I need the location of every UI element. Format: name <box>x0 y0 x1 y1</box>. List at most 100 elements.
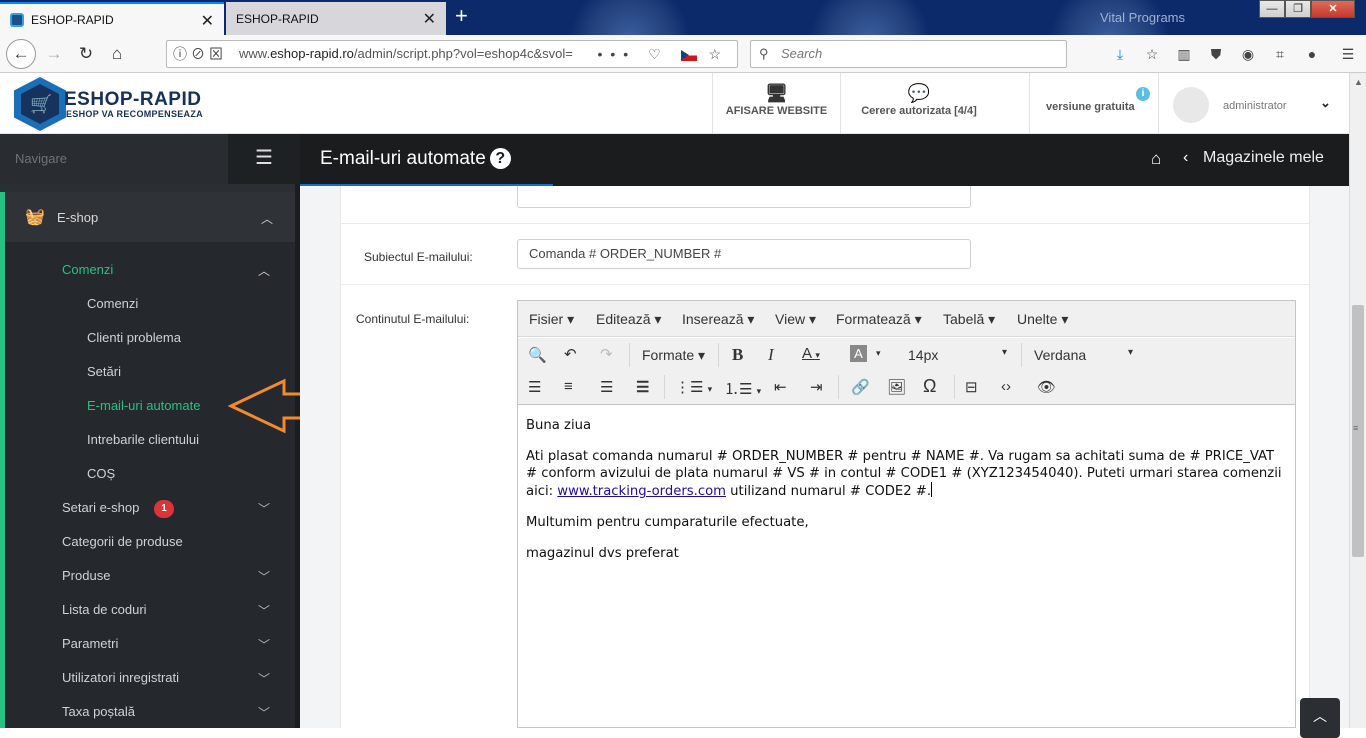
requests-button[interactable]: 💬 Cerere autorizata [4/4] <box>840 73 997 133</box>
chevron-down-icon[interactable]: ﹀ <box>258 670 270 687</box>
sidebar-subitem-setari[interactable]: Setări <box>87 364 121 379</box>
menu-editeaza[interactable]: Editează ▾ <box>596 311 661 328</box>
chevron-down-icon[interactable]: ⌄ <box>1320 95 1331 111</box>
close-tab-icon[interactable]: ✕ <box>423 9 436 29</box>
menu-insereaza[interactable]: Inserează ▾ <box>682 311 754 328</box>
source-code-icon[interactable]: ‹› <box>1001 378 1011 395</box>
ublock-icon[interactable]: ⛊ <box>1200 41 1232 67</box>
sidebar-item-lista-coduri[interactable]: Lista de coduri <box>62 602 147 617</box>
sidebar-item-comenzi-group[interactable]: Comenzi <box>62 262 113 277</box>
chevron-down-icon[interactable]: ﹀ <box>258 602 270 619</box>
menu-formateaza[interactable]: Formatează ▾ <box>836 311 922 328</box>
chevron-down-icon[interactable]: ﹀ <box>258 568 270 585</box>
subject-input[interactable]: Comanda # ORDER_NUMBER # <box>517 239 971 269</box>
special-char-icon[interactable]: Ω <box>923 376 936 397</box>
sidebar-item-parametri[interactable]: Parametri <box>62 636 118 651</box>
sidebar-item-eshop[interactable]: 🧺 E-shop ︿ <box>5 192 295 242</box>
minimize-icon[interactable]: — <box>1259 0 1285 18</box>
align-center-icon[interactable]: ≡ <box>564 378 573 395</box>
bullet-list-icon[interactable]: ⋮☰ ▾ <box>675 378 712 396</box>
browser-tab-inactive[interactable]: ESHOP-RAPID ✕ <box>226 2 446 35</box>
menu-fisier[interactable]: Fisier ▾ <box>529 311 574 328</box>
text-color-icon[interactable]: A ▾ <box>802 345 820 362</box>
sidebar-item-utilizatori[interactable]: Utilizatori inregistrati <box>62 670 179 685</box>
close-tab-icon[interactable]: ✕ <box>201 11 214 31</box>
bold-icon[interactable]: B <box>732 345 743 365</box>
align-right-icon[interactable]: ☰ <box>600 378 613 396</box>
translate-icon[interactable]: ⌗ <box>1264 41 1296 67</box>
sidebar-subitem-cos[interactable]: COȘ <box>87 466 115 481</box>
pocket-icon[interactable]: ♡ <box>648 46 669 62</box>
browser-tab-active[interactable]: ESHOP-RAPID ✕ <box>0 2 224 35</box>
search-input[interactable]: ⚲ Search <box>750 40 1067 68</box>
editor-content[interactable]: Buna ziua Ati plasat comanda numarul # O… <box>526 417 1286 576</box>
tracking-link[interactable]: www.tracking-orders.com <box>557 484 726 499</box>
adblock-icon[interactable]: ◉ <box>1232 41 1264 67</box>
image-icon[interactable]: 🖼 <box>887 378 906 396</box>
chevron-down-icon[interactable]: ﹀ <box>258 636 270 653</box>
reload-button[interactable]: ↻ <box>72 41 100 67</box>
sidebar-toggle-icon[interactable]: ▥ <box>1168 41 1200 67</box>
redo-icon[interactable]: ↷ <box>600 345 613 363</box>
czech-flag-icon[interactable] <box>680 49 697 61</box>
my-shops-link[interactable]: Magazinele mele <box>1203 149 1324 167</box>
sidebar-item-categorii[interactable]: Categorii de produse <box>62 534 183 549</box>
sidebar-item-setari-eshop[interactable]: Setari e-shop <box>62 500 139 515</box>
link-icon[interactable]: 🔗 <box>851 378 870 396</box>
sidebar-subitem-emailuri-automate[interactable]: E-mail-uri automate <box>87 398 200 413</box>
url-bar[interactable]: ⓘ⊘⊠ www.eshop-rapid.ro/admin/script.php?… <box>166 40 738 68</box>
chevron-left-icon[interactable]: ‹ <box>1183 149 1188 167</box>
forward-button[interactable]: → <box>40 41 68 67</box>
chevron-down-icon[interactable]: ▾ <box>876 348 881 359</box>
indent-icon[interactable]: ⇥ <box>810 378 823 396</box>
site-info-icons[interactable]: ⓘ⊘⊠ <box>173 41 227 67</box>
formats-dropdown[interactable]: Formate ▾ <box>642 347 705 364</box>
chevron-up-icon[interactable]: ︿ <box>258 262 270 279</box>
page-scrollbar[interactable]: ▲ ≡ <box>1349 73 1366 728</box>
avatar[interactable] <box>1173 87 1209 123</box>
new-tab-icon[interactable]: + <box>455 3 468 29</box>
numbered-list-icon[interactable]: ⒈☰ ▾ <box>724 378 761 399</box>
font-size-select[interactable]: 14px ▾ <box>908 347 1007 363</box>
find-replace-icon[interactable]: 🔍 <box>528 346 547 364</box>
home-button[interactable]: ⌂ <box>103 41 131 67</box>
menu-icon[interactable]: ☰ <box>1328 41 1366 67</box>
menu-view[interactable]: View ▾ <box>775 311 816 328</box>
download-icon[interactable]: ⤓ <box>1104 41 1136 67</box>
chevron-down-icon[interactable]: ﹀ <box>258 704 270 721</box>
font-family-select[interactable]: Verdana ▾ <box>1034 347 1133 363</box>
sidebar-item-produse[interactable]: Produse <box>62 568 110 583</box>
hamburger-menu-icon[interactable]: ☰ <box>228 134 300 184</box>
help-icon[interactable]: ? <box>489 148 511 169</box>
scroll-to-top-button[interactable]: ︿ <box>1300 698 1340 738</box>
background-color-icon[interactable]: A <box>850 345 867 362</box>
sidebar-item-taxa-postala[interactable]: Taxa poștală <box>62 704 135 719</box>
maximize-icon[interactable]: ❐ <box>1285 0 1311 18</box>
view-website-button[interactable]: 🖥 AFISARE WEBSITE <box>712 73 840 133</box>
page-break-icon[interactable]: ⊟ <box>965 378 978 396</box>
menu-tabela[interactable]: Tabelă ▾ <box>943 311 995 328</box>
info-icon[interactable]: i <box>1136 87 1150 101</box>
account-icon[interactable]: ● <box>1296 41 1328 67</box>
back-button[interactable]: ← <box>6 39 36 69</box>
home-icon[interactable]: ⌂ <box>1151 149 1161 169</box>
chevron-down-icon[interactable]: ﹀ <box>258 500 270 517</box>
align-justify-icon[interactable]: ☰ <box>636 378 649 396</box>
sidebar-subitem-intrebarile-clientului[interactable]: Intrebarile clientului <box>87 432 199 447</box>
page-actions-icon[interactable]: ••• <box>597 46 636 62</box>
italic-icon[interactable]: I <box>768 345 774 365</box>
undo-icon[interactable]: ↶ <box>564 345 577 363</box>
align-left-icon[interactable]: ☰ <box>528 378 541 396</box>
outdent-icon[interactable]: ⇤ <box>774 378 787 396</box>
previous-field-input[interactable] <box>517 186 971 208</box>
sidebar-subitem-comenzi[interactable]: Comenzi <box>87 296 138 311</box>
menu-unelte[interactable]: Unelte ▾ <box>1017 311 1068 328</box>
brand-logo-icon[interactable]: 🛒 <box>14 77 66 131</box>
window-close-icon[interactable]: ✕ <box>1311 0 1355 18</box>
preview-eye-icon[interactable]: 👁 <box>1037 378 1056 396</box>
bookmarks-icon[interactable]: ☆ <box>1136 41 1168 67</box>
sidebar-subitem-clienti-problema[interactable]: Clienti problema <box>87 330 181 345</box>
bookmark-star-icon[interactable]: ☆ <box>708 46 729 62</box>
toolbar-separator <box>629 343 630 367</box>
scroll-up-icon[interactable]: ▲ <box>1354 77 1363 87</box>
